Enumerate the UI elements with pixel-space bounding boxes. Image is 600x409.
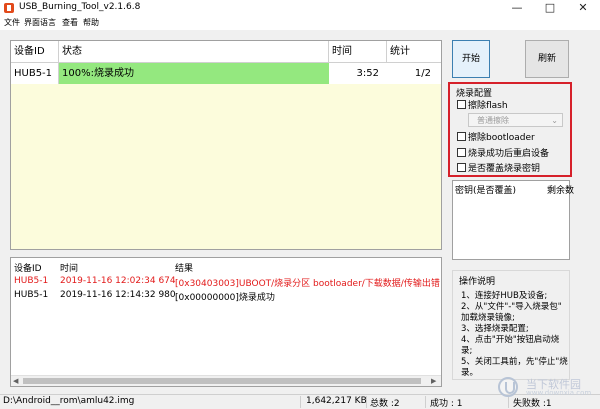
reboot-label[interactable]: 烧录成功后重启设备 [468, 146, 549, 159]
scroll-right-icon[interactable]: ▶ [431, 377, 436, 385]
success-count: 成功 : 1 [430, 399, 463, 409]
scrollbar-thumb[interactable] [23, 378, 421, 384]
status-separator [366, 396, 367, 408]
image-path: D:\Android__rom\amlu42.img [3, 396, 135, 406]
col-time[interactable]: 时间 [329, 41, 387, 63]
overwrite-key-label[interactable]: 是否覆盖烧录密钥 [468, 161, 540, 174]
burn-config-panel: 烧录配置 擦除flash 普通擦除 ⌄ 擦除bootloader 烧录成功后重启… [448, 82, 572, 177]
log-table[interactable]: 设备ID 时间 结果 HUB5-1 2019-11-16 12:02:34 67… [10, 257, 442, 387]
log-result-cell: [0x30403003]UBOOT/烧录分区 bootloader/下载数据/传… [175, 279, 440, 289]
menu-help[interactable]: 帮助 [83, 17, 99, 28]
horizontal-scrollbar[interactable]: ◀ ▶ [11, 375, 441, 386]
menu-file[interactable]: 文件 [4, 17, 20, 28]
window-title: USB_Burning_Tool_v2.1.6.8 [19, 2, 141, 12]
reboot-checkbox[interactable] [457, 148, 466, 157]
log-device-cell: HUB5-1 [14, 276, 49, 286]
watermark-logo-icon [498, 377, 518, 397]
start-button[interactable]: 开始 [452, 40, 490, 78]
log-device-cell: HUB5-1 [14, 290, 49, 300]
log-col-time[interactable]: 时间 [60, 261, 78, 274]
instruction-line: 4、点击"开始"按钮启动烧 [461, 335, 560, 345]
col-key[interactable]: 密钥(是否覆盖) [455, 183, 516, 196]
instruction-line: 录。 [461, 368, 479, 378]
refresh-button[interactable]: 刷新 [525, 40, 569, 78]
col-device-id[interactable]: 设备ID [11, 41, 59, 63]
close-button[interactable]: ✕ [568, 0, 598, 16]
hub-table-header: 设备ID 状态 时间 统计 [11, 41, 441, 63]
image-size: 1,642,217 KB [306, 396, 367, 406]
log-time-cell: 2019-11-16 12:02:34 674 [60, 276, 176, 286]
instructions-panel: 操作说明 1、连接好HUB及设备; 2、从"文件"-"导入烧录包" 加载烧录镜像… [452, 270, 570, 380]
status-cell: 100%:烧录成功 [59, 63, 329, 84]
log-result-cell: [0x00000000]烧录成功 [175, 293, 275, 303]
count-cell: 1/2 [387, 63, 441, 84]
fail-count: 失败数 :1 [513, 399, 552, 409]
erase-bootloader-label[interactable]: 擦除bootloader [468, 130, 535, 143]
log-time-cell: 2019-11-16 12:14:32 980 [60, 290, 176, 300]
device-id-cell: HUB5-1 [11, 63, 59, 84]
key-table[interactable]: 密钥(是否覆盖) 剩余数 [452, 180, 574, 260]
watermark-url: www.downxia.com [526, 389, 592, 397]
chevron-down-icon: ⌄ [551, 116, 558, 125]
maximize-button[interactable]: □ [535, 0, 565, 16]
col-status[interactable]: 状态 [59, 41, 329, 63]
erase-mode-value: 普通擦除 [477, 116, 509, 125]
erase-mode-select[interactable]: 普通擦除 ⌄ [468, 113, 563, 127]
time-cell: 3:52 [329, 63, 387, 84]
table-row[interactable]: HUB5-1 100%:烧录成功 3:52 1/2 [11, 63, 441, 84]
scroll-left-icon[interactable]: ◀ [13, 377, 18, 385]
instructions-title: 操作说明 [459, 277, 496, 287]
hub-table: 设备ID 状态 时间 统计 HUB5-1 100%:烧录成功 3:52 1/2 [10, 40, 442, 250]
erase-flash-checkbox[interactable] [457, 100, 466, 109]
status-separator [300, 396, 301, 408]
title-bar: USB_Burning_Tool_v2.1.6.8 — □ ✕ [0, 0, 600, 16]
erase-flash-label[interactable]: 擦除flash [468, 98, 508, 111]
status-separator [425, 396, 426, 408]
total-count: 总数 :2 [370, 399, 400, 409]
col-remaining[interactable]: 剩余数 [547, 183, 574, 196]
col-count[interactable]: 统计 [387, 41, 441, 63]
overwrite-key-checkbox[interactable] [457, 163, 466, 172]
menu-view[interactable]: 查看 [62, 17, 78, 28]
log-col-result[interactable]: 结果 [175, 261, 193, 274]
log-col-device[interactable]: 设备ID [14, 261, 42, 274]
status-separator [508, 396, 509, 408]
minimize-button[interactable]: — [502, 0, 532, 16]
menu-bar: 文件 界面语言 查看 帮助 [0, 16, 600, 30]
menu-language[interactable]: 界面语言 [24, 17, 56, 28]
erase-bootloader-checkbox[interactable] [457, 132, 466, 141]
app-icon [4, 3, 14, 13]
